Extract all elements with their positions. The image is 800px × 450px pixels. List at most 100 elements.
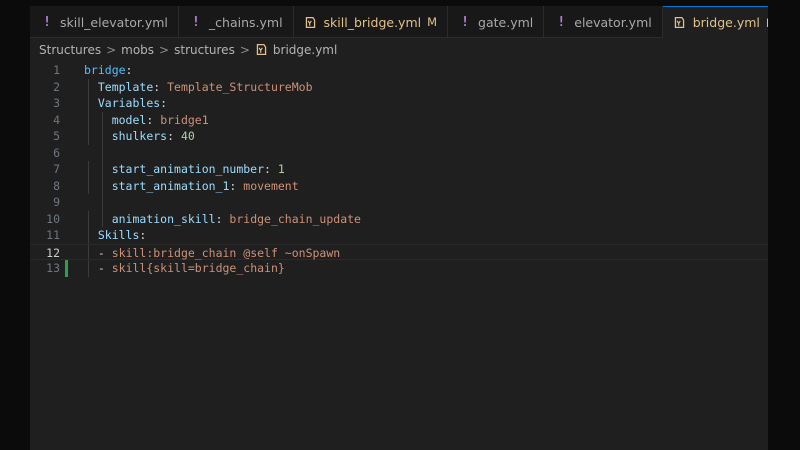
line-number: 3 <box>53 96 60 110</box>
tab-label: elevator.yml <box>574 14 652 30</box>
line-number: 12 <box>46 245 60 260</box>
code-line[interactable]: 6 <box>30 144 768 161</box>
code-line[interactable]: 11 Skills: <box>30 227 768 244</box>
code-line[interactable]: 5 shulkers: 40 <box>30 128 768 145</box>
code-line[interactable]: 4 model: bridge1 <box>30 111 768 128</box>
code-line[interactable]: 7 start_animation_number: 1 <box>30 161 768 178</box>
tab-gate-yml[interactable]: ! gate.yml <box>448 6 545 38</box>
code-text: - skill{skill=bridge_chain} <box>84 260 285 277</box>
code-line[interactable]: 10 animation_skill: bridge_chain_update <box>30 210 768 228</box>
tab-label: skill_elevator.yml <box>60 14 168 30</box>
modified-indicator: M <box>766 16 768 30</box>
code-token: model <box>111 112 147 127</box>
line-number: 9 <box>53 195 60 209</box>
tab-label: bridge.yml <box>692 15 760 30</box>
code-token: : <box>167 129 181 143</box>
code-text: start_animation_1: movement <box>84 178 299 195</box>
code-token: animation_skill <box>111 211 216 226</box>
code-token: : <box>160 96 168 110</box>
yaml-exclamation-icon: ! <box>461 14 469 30</box>
tab-bar: ! skill_elevator.yml! _chains.yml skill_bri… <box>30 6 768 38</box>
tab-label: skill_bridge.yml <box>323 14 422 30</box>
code-token: movement <box>243 178 299 193</box>
code-editor[interactable]: 1 bridge: 2 Template: Template_StructureMo… <box>30 62 768 450</box>
editor-window: ! skill_elevator.yml! _chains.yml skill_bri… <box>30 6 768 450</box>
code-text: animation_skill: bridge_chain_update <box>84 211 361 228</box>
chevron-right-icon: > <box>239 43 250 57</box>
line-number: 7 <box>53 162 60 176</box>
code-line[interactable]: 8 start_animation_1: movement <box>30 177 768 195</box>
yaml-file-icon <box>673 16 687 30</box>
line-number: 1 <box>53 63 60 77</box>
code-line[interactable]: 1 bridge: <box>30 62 768 79</box>
code-text: Variables: <box>84 95 167 112</box>
yaml-file-icon <box>255 43 269 57</box>
code-token: bridge1 <box>160 112 209 127</box>
line-number: 5 <box>53 129 60 143</box>
tab-elevator-yml[interactable]: ! elevator.yml <box>544 6 663 38</box>
yaml-exclamation-icon: ! <box>557 14 566 30</box>
code-token: Template_StructureMob <box>167 79 313 94</box>
code-token: : <box>229 178 244 193</box>
code-line[interactable]: 9 <box>30 194 768 211</box>
tab-label: _chains.yml <box>208 14 283 30</box>
code-token: skill:bridge_chain @self ~onSpawn <box>111 245 341 260</box>
code-line[interactable]: 3 Variables: <box>30 95 768 112</box>
chevron-right-icon: > <box>159 43 170 57</box>
breadcrumb-item[interactable]: Structures <box>39 43 101 57</box>
code-token: bridge <box>84 63 126 77</box>
code-token: - <box>97 261 112 275</box>
line-number: 13 <box>46 261 60 275</box>
code-line[interactable]: 12 - skill:bridge_chain @self ~onSpawn <box>30 243 768 262</box>
tab-bridge-yml[interactable]: bridge.ymlM✕ <box>662 6 768 38</box>
breadcrumb-item[interactable]: mobs <box>121 43 154 57</box>
code-text: - skill:bridge_chain @self ~onSpawn <box>84 245 340 262</box>
tab-skill-elevator-yml[interactable]: ! skill_elevator.yml <box>30 6 179 38</box>
code-token: : <box>264 162 278 176</box>
code-token: : <box>153 79 168 94</box>
line-number: 10 <box>46 211 60 226</box>
yaml-exclamation-icon: ! <box>43 14 51 30</box>
indent-guide <box>102 194 103 211</box>
code-token: start_animation_number <box>111 162 265 176</box>
breadcrumb-file[interactable]: bridge.yml <box>273 43 337 57</box>
code-token: Skills <box>97 228 140 242</box>
code-text: Template: Template_StructureMob <box>84 79 313 96</box>
breadcrumb-item[interactable]: structures <box>174 43 235 57</box>
chevron-right-icon: > <box>106 43 117 57</box>
code-line[interactable]: 13 - skill{skill=bridge_chain} <box>30 260 768 277</box>
line-number: 8 <box>53 178 60 193</box>
line-number: 6 <box>53 145 60 160</box>
code-line[interactable]: 2 Template: Template_StructureMob <box>30 78 768 96</box>
code-token: 40 <box>180 129 195 143</box>
git-change-marker <box>65 260 68 277</box>
code-token: start_animation_1 <box>111 178 230 193</box>
code-text: bridge: <box>84 62 132 79</box>
line-number: 2 <box>53 79 60 94</box>
indent-guide <box>102 144 103 161</box>
breadcrumb: Structures > mobs > structures > bridge.yml <box>30 39 768 61</box>
code-token: : <box>125 63 133 77</box>
code-text: start_animation_number: 1 <box>84 161 285 178</box>
code-token: Template <box>97 79 154 94</box>
line-number: 4 <box>53 112 60 127</box>
code-token: - <box>97 245 112 260</box>
code-text: shulkers: 40 <box>84 128 195 145</box>
tab-skill-bridge-yml[interactable]: skill_bridge.yml M <box>294 6 449 38</box>
tab--chains-yml[interactable]: ! _chains.yml <box>179 6 294 38</box>
code-token: : <box>215 211 230 226</box>
modified-indicator: M <box>427 15 438 29</box>
code-token: shulkers <box>111 129 168 143</box>
tab-label: gate.yml <box>478 14 534 30</box>
code-text: Skills: <box>84 227 146 244</box>
code-token: : <box>139 228 147 242</box>
code-token: bridge_chain_update <box>229 211 361 226</box>
